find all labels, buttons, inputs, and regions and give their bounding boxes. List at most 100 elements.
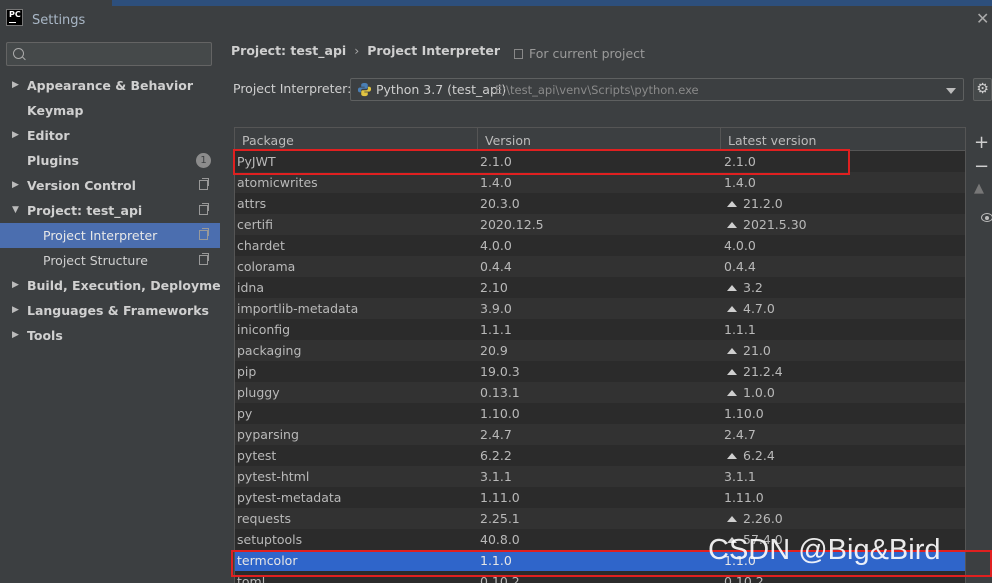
search-input[interactable] [29,46,205,62]
package-name-cell: pip [237,364,257,379]
latest-version-text: 2021.5.30 [743,217,807,232]
search-icon [13,48,24,59]
breadcrumb-separator: › [354,43,360,58]
project-scope-icon [514,49,523,59]
latest-version-text: 4.7.0 [743,301,775,316]
show-early-releases-eye-icon[interactable] [981,213,992,222]
table-row[interactable]: iniconfig 1.1.1 1.1.1 [235,319,965,340]
package-version-cell: 2.25.1 [480,511,520,526]
latest-version-text: 3.2 [743,280,763,295]
package-version-cell: 2020.12.5 [480,217,544,232]
upgrade-package-icon[interactable]: ▲ [974,180,984,198]
latest-version-text: 1.11.0 [724,490,764,505]
table-row[interactable]: py 1.10.0 1.10.0 [235,403,965,424]
upgrade-available-icon [727,285,737,291]
upgrade-available-icon [727,453,737,459]
package-version-cell: 40.8.0 [480,532,520,547]
sidebar-item-project-test-api[interactable]: ▼ Project: test_api [0,198,220,223]
package-latest-version-cell: 2021.5.30 [727,214,807,235]
sidebar-item-keymap[interactable]: Keymap [0,98,220,123]
for-current-project-label: For current project [529,46,645,61]
project-scope-icon [199,228,209,240]
interpreter-path: E:\test_api\venv\Scripts\python.exe [495,83,699,97]
package-version-cell: 1.1.1 [480,322,512,337]
table-row[interactable]: atomicwrites 1.4.0 1.4.0 [235,172,965,193]
latest-version-text: 3.1.1 [724,469,756,484]
latest-version-text: 4.0.0 [724,238,756,253]
sidebar-item-label: Project Interpreter [43,228,158,243]
latest-version-text: 21.2.4 [743,364,783,379]
package-name-cell: chardet [237,238,285,253]
package-name-cell: pytest-html [237,469,310,484]
background-window-strip [112,0,992,6]
latest-version-text: 1.1.1 [724,322,756,337]
table-row[interactable]: chardet 4.0.0 4.0.0 [235,235,965,256]
table-row[interactable]: attrs 20.3.0 21.2.0 [235,193,965,214]
package-name-cell: importlib-metadata [237,301,359,316]
sidebar-item-project-structure[interactable]: Project Structure [0,248,220,273]
sidebar-item-label: Build, Execution, Deployment [27,278,236,293]
table-row[interactable]: pip 19.0.3 21.2.4 [235,361,965,382]
table-row[interactable]: pluggy 0.13.1 1.0.0 [235,382,965,403]
sidebar-item-label: Appearance & Behavior [27,78,193,93]
table-row[interactable]: certifi 2020.12.5 2021.5.30 [235,214,965,235]
sidebar-item-plugins[interactable]: Plugins 1 [0,148,220,173]
close-icon[interactable]: ✕ [976,10,992,28]
sidebar-item-editor[interactable]: ▶ Editor [0,123,220,148]
python-logo-icon [357,82,372,97]
sidebar-item-build-execution-deployment[interactable]: ▶ Build, Execution, Deployment [0,273,235,298]
package-version-cell: 3.1.1 [480,469,512,484]
latest-version-text: 1.10.0 [724,406,764,421]
package-name-cell: atomicwrites [237,175,318,190]
breadcrumb: Project: test_api › Project Interpreter [231,43,500,58]
interpreter-dropdown[interactable]: Python 3.7 (test_api) E:\test_api\venv\S… [350,78,964,101]
table-row[interactable]: pytest-html 3.1.1 3.1.1 [235,466,965,487]
package-name-cell: pytest [237,448,277,463]
sidebar-item-languages-frameworks[interactable]: ▶ Languages & Frameworks [0,298,220,323]
for-current-project-note: For current project [514,46,645,61]
gear-icon[interactable]: ⚙ [973,78,992,101]
add-package-icon[interactable]: + [974,134,989,152]
project-scope-icon [199,203,209,215]
table-row[interactable]: pyparsing 2.4.7 2.4.7 [235,424,965,445]
sidebar-item-label: Tools [27,328,63,343]
package-latest-version-cell: 3.2 [727,277,763,298]
column-header-version[interactable]: Version [478,128,721,150]
latest-version-text: 21.0 [743,343,771,358]
upgrade-available-icon [727,369,737,375]
package-version-cell: 19.0.3 [480,364,520,379]
sidebar-item-label: Plugins [27,153,79,168]
remove-package-icon[interactable]: − [974,158,989,176]
table-row[interactable]: pytest 6.2.2 6.2.4 [235,445,965,466]
collapse-arrow-icon: ▼ [12,205,19,215]
interpreter-name: Python 3.7 (test_api) [376,82,507,97]
table-row[interactable]: colorama 0.4.4 0.4.4 [235,256,965,277]
sidebar-item-version-control[interactable]: ▶ Version Control [0,173,220,198]
package-name-cell: colorama [237,259,296,274]
table-row[interactable]: idna 2.10 3.2 [235,277,965,298]
column-header-package[interactable]: Package [235,128,478,150]
column-header-latest-version[interactable]: Latest version [721,128,965,150]
table-row[interactable]: requests 2.25.1 2.26.0 [235,508,965,529]
settings-content: Project: test_api › Project Interpreter Fo… [220,40,992,583]
package-name-cell: attrs [237,196,267,211]
sidebar-item-label: Languages & Frameworks [27,303,209,318]
package-latest-version-cell: 6.2.4 [727,445,775,466]
package-version-cell: 1.10.0 [480,406,520,421]
watermark: CSDN @Big&Bird [708,534,941,566]
latest-version-text: 2.4.7 [724,427,756,442]
table-row[interactable]: pytest-metadata 1.11.0 1.11.0 [235,487,965,508]
sidebar-item-label: Project Structure [43,253,148,268]
sidebar-item-appearance-behavior[interactable]: ▶ Appearance & Behavior [0,73,220,98]
sidebar-item-project-interpreter[interactable]: Project Interpreter [0,223,220,248]
package-latest-version-cell: 2.4.7 [724,424,756,445]
table-row[interactable]: importlib-metadata 3.9.0 4.7.0 [235,298,965,319]
breadcrumb-page: Project Interpreter [367,43,500,58]
window-title: Settings [32,13,86,28]
settings-search[interactable] [6,42,212,66]
project-scope-icon [199,253,209,265]
sidebar-item-label: Keymap [27,103,84,118]
table-row[interactable]: packaging 20.9 21.0 [235,340,965,361]
latest-version-text: 2.26.0 [743,511,783,526]
sidebar-item-tools[interactable]: ▶ Tools [0,323,220,348]
